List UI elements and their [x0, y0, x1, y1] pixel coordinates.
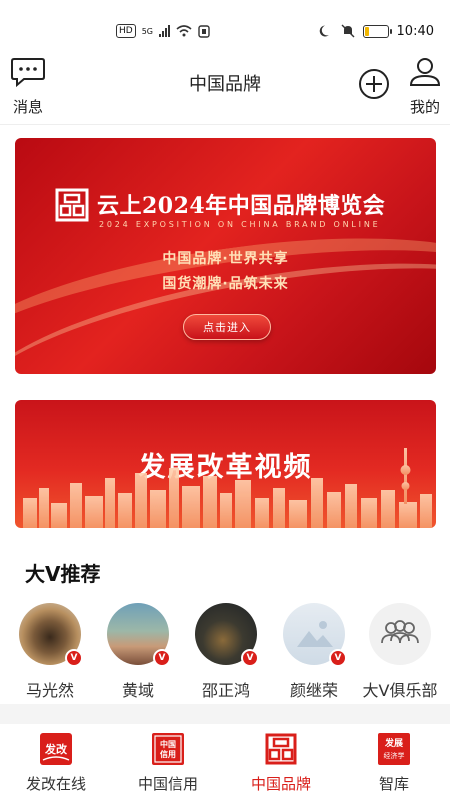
section-title: 大V推荐	[25, 562, 101, 586]
fagai-logo-text: 发改	[44, 742, 68, 756]
person-name: 黄域	[121, 681, 154, 700]
person-name: 大V俱乐部	[362, 681, 438, 700]
nav-item-think-tank[interactable]: 发展 经济学 智库	[338, 732, 450, 794]
avatar: V	[283, 603, 347, 667]
battery-fill	[364, 26, 369, 36]
nav-label: 发改在线	[25, 775, 86, 793]
sim-icon	[198, 24, 210, 38]
china-brand-nav-icon	[265, 733, 297, 765]
expo-title: 云上2024年中国品牌博览会	[97, 193, 386, 219]
profile-label: 我的	[409, 98, 440, 116]
section-separator	[0, 704, 450, 724]
verified-badge: V	[65, 649, 83, 667]
status-time: 10:40	[396, 23, 434, 39]
person-item[interactable]: V 邵正鸿	[186, 603, 266, 701]
credit-logo-icon: 中国 信用	[152, 733, 184, 765]
think-tank-logo-text-2: 经济学	[384, 751, 405, 760]
nav-label: 中国品牌	[250, 775, 311, 793]
verified-badge: V	[153, 649, 171, 667]
mute-bell-icon	[341, 24, 355, 38]
moon-icon	[319, 25, 329, 37]
nav-item-fagai-online[interactable]: 发改 发改在线	[0, 732, 112, 794]
person-name: 颜继荣	[289, 681, 338, 700]
credit-logo-text-2: 信用	[160, 749, 176, 759]
nav-item-china-credit[interactable]: 中国 信用 中国信用	[112, 732, 224, 794]
app-header: 消息 中国品牌 我的	[0, 52, 450, 124]
person-name: 邵正鸿	[201, 681, 250, 700]
avatar	[369, 603, 431, 665]
group-icon	[381, 620, 419, 644]
expo-banner[interactable]: 云上2024年中国品牌博览会 2024 EXPOSITION ON CHINA …	[15, 138, 436, 374]
person-item[interactable]: V 黄域	[98, 603, 178, 701]
person-item[interactable]: V 马光然	[10, 603, 90, 701]
person-name: 马光然	[25, 681, 74, 700]
person-item[interactable]: 大V俱乐部	[360, 603, 440, 701]
video-banner[interactable]: 发展改革视频	[15, 400, 436, 528]
signal-icon	[159, 25, 170, 37]
expo-slogan-1: 中国品牌·世界共享	[162, 251, 289, 267]
credit-logo-text-1: 中国	[160, 739, 176, 749]
expo-slogan-2: 国货潮牌·品筑未来	[162, 276, 289, 292]
avatar: V	[107, 603, 171, 667]
hd-badge: HD	[116, 24, 136, 38]
messages-label: 消息	[12, 98, 43, 116]
plus-circle-icon	[359, 69, 389, 99]
header-divider	[0, 124, 450, 125]
user-icon	[409, 58, 441, 86]
avatar: V	[195, 603, 259, 667]
china-brand-logo-icon	[55, 188, 89, 222]
person-item[interactable]: V 颜继荣	[274, 603, 354, 701]
verified-badge: V	[241, 649, 259, 667]
verified-badge: V	[329, 649, 347, 667]
nav-label: 智库	[378, 775, 409, 793]
recommended-people-list: V 马光然 V 黄域 V 邵正鸿 V 颜继荣 大V俱乐部	[0, 603, 450, 703]
nav-item-china-brand[interactable]: 中国品牌	[225, 732, 337, 794]
status-left: HD 5G	[116, 24, 210, 38]
battery-icon	[362, 24, 392, 38]
expo-subtitle: 2024 EXPOSITION ON CHINA BRAND ONLINE	[99, 220, 381, 229]
think-tank-logo-icon: 发展 经济学	[378, 733, 410, 765]
think-tank-logo-text-1: 发展	[384, 737, 403, 749]
avatar: V	[19, 603, 83, 667]
status-right: 10:40	[319, 24, 434, 39]
add-button[interactable]	[358, 68, 390, 104]
fagai-logo-icon: 发改	[40, 733, 72, 765]
enter-button[interactable]: 点击进入	[183, 314, 271, 340]
signal-5g-label: 5G	[141, 26, 153, 36]
nav-label: 中国信用	[137, 775, 198, 793]
bottom-nav: 发改 发改在线 中国 信用 中国信用 中国品牌 发展 经济学 智库	[0, 724, 450, 800]
profile-button[interactable]: 我的	[408, 56, 442, 117]
city-skyline-illustration	[23, 448, 432, 528]
wifi-icon	[176, 25, 192, 37]
